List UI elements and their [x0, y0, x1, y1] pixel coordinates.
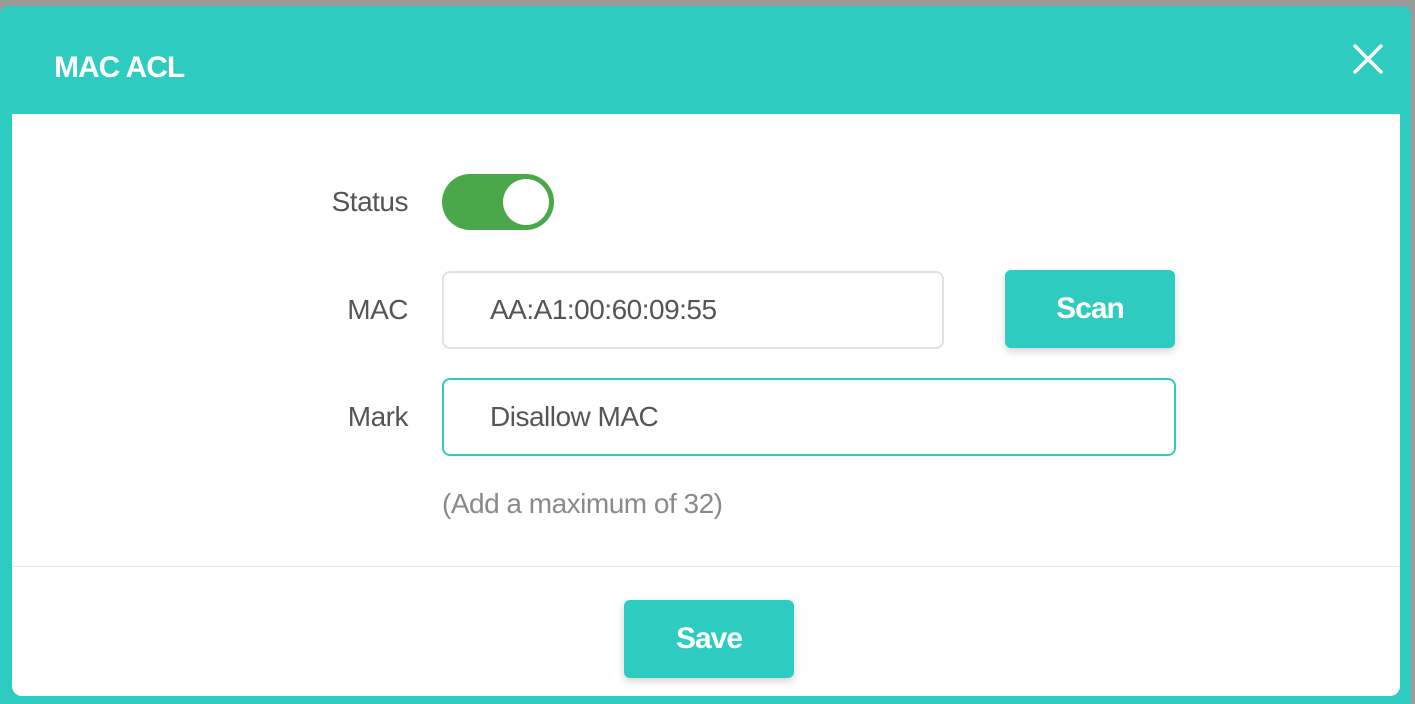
status-label: Status	[331, 186, 409, 217]
dialog-body: Status MAC Scan Mark (Add a maximum of 3…	[12, 114, 1400, 696]
close-icon	[1353, 44, 1383, 74]
mac-acl-dialog: MAC ACL Status MAC Scan Mark (Add a maxi…	[0, 6, 1411, 704]
dialog-title: MAC ACL	[54, 51, 185, 84]
max-entries-hint: (Add a maximum of 32)	[442, 488, 723, 519]
mark-label: Mark	[347, 401, 409, 432]
mac-label: MAC	[347, 294, 408, 325]
mac-input[interactable]	[442, 271, 944, 349]
toggle-knob	[503, 179, 549, 225]
scan-button[interactable]: Scan	[1005, 270, 1175, 348]
close-button[interactable]	[1351, 42, 1385, 76]
dialog-header: MAC ACL	[0, 6, 1411, 114]
footer-divider	[12, 566, 1400, 567]
mark-input[interactable]	[442, 378, 1176, 456]
status-toggle[interactable]	[442, 174, 554, 230]
save-button[interactable]: Save	[624, 600, 794, 678]
